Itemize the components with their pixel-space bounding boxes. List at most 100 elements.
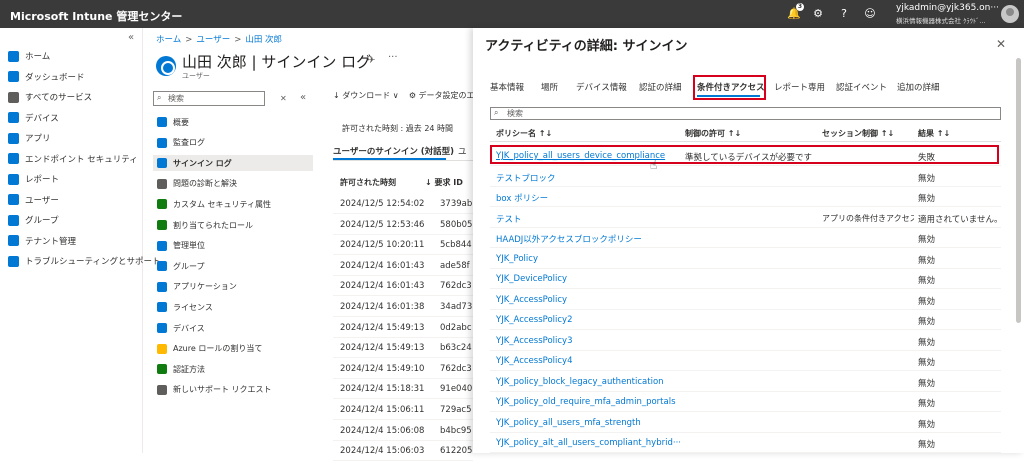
col-header-result[interactable]: 結果 ↑↓ xyxy=(918,128,950,139)
panel-tab[interactable]: 認証イベント xyxy=(836,81,887,93)
more-icon[interactable]: ··· xyxy=(388,52,398,63)
nav-collapse-button[interactable]: « xyxy=(128,32,134,43)
account-name[interactable]: yjkadmin@yjk365.on··· xyxy=(896,3,999,13)
panel-tab[interactable]: 場所 xyxy=(541,81,558,93)
menu-item[interactable]: サインイン ログ xyxy=(153,155,313,172)
col-header-grant[interactable]: 制御の許可 ↑↓ xyxy=(685,128,741,139)
close-icon[interactable]: ✕ xyxy=(996,37,1006,51)
feedback-icon[interactable]: ☺ xyxy=(862,6,878,22)
nav-item[interactable]: エンドポイント セキュリティ xyxy=(8,150,138,168)
col-header-time[interactable]: 許可された時刻 xyxy=(340,177,396,188)
menu-item[interactable]: グループ xyxy=(157,258,205,274)
policy-name-link[interactable]: YJK_policy_all_users_mfa_strength xyxy=(496,418,641,428)
menu-item[interactable]: アプリケーション xyxy=(157,279,237,295)
row-time[interactable]: 2024/12/4 15:06:03 xyxy=(340,446,424,456)
panel-tab[interactable]: レポート専用 xyxy=(774,81,825,93)
panel-tab[interactable]: 基本情報 xyxy=(490,81,524,93)
policy-name-link[interactable]: YJK_policy_old_require_mfa_admin_portals xyxy=(496,397,676,407)
menu-item[interactable]: 新しいサポート リクエスト xyxy=(157,382,272,398)
policy-search-input[interactable]: 検索 xyxy=(490,107,1001,120)
tab-next[interactable]: ユ xyxy=(458,145,467,157)
row-request-id[interactable]: 3739ab xyxy=(440,199,473,209)
nav-item[interactable]: ダッシュボード xyxy=(8,68,85,86)
row-time[interactable]: 2024/12/4 15:06:08 xyxy=(340,426,424,436)
row-request-id[interactable]: 580b05 xyxy=(440,220,473,230)
data-settings-button[interactable]: ⚙ データ設定のエ xyxy=(409,91,475,100)
row-request-id[interactable]: 0d2abc xyxy=(440,323,473,333)
menu-item[interactable]: 監査ログ xyxy=(157,135,205,151)
policy-name-link[interactable]: YJK_DevicePolicy xyxy=(496,274,567,284)
policy-name-link[interactable]: テストブロック xyxy=(496,172,556,184)
row-time[interactable]: 2024/12/4 15:49:13 xyxy=(340,323,424,333)
panel-tab[interactable]: 認証の詳細 xyxy=(639,81,682,93)
row-request-id[interactable]: 612205 xyxy=(440,446,473,456)
row-time[interactable]: 2024/12/4 15:49:13 xyxy=(340,343,424,353)
nav-item[interactable]: トラブルシューティングとサポート xyxy=(8,252,161,270)
row-time[interactable]: 2024/12/4 15:18:31 xyxy=(340,384,424,394)
tab-user-signins[interactable]: ユーザーのサインイン (対話型) xyxy=(333,145,454,157)
policy-name-link[interactable]: YJK_AccessPolicy4 xyxy=(496,356,572,366)
panel-tab[interactable]: デバイス情報 xyxy=(576,81,627,93)
breadcrumb-home[interactable]: ホーム xyxy=(156,35,181,45)
scrollbar[interactable] xyxy=(1016,58,1021,323)
time-range-filter[interactable]: 許可された時刻 : 過去 24 時間 xyxy=(342,123,453,134)
policy-name-link[interactable]: YJK_Policy xyxy=(496,254,538,264)
menu-item[interactable]: ライセンス xyxy=(157,299,213,315)
gear-icon[interactable]: ⚙ xyxy=(810,6,826,22)
help-icon[interactable]: ? xyxy=(836,6,852,22)
policy-name-link[interactable]: YJK_policy_block_legacy_authentication xyxy=(496,377,664,387)
policy-name-link[interactable]: テスト xyxy=(496,213,522,225)
clear-icon[interactable]: ✕ xyxy=(280,94,287,103)
breadcrumb-user[interactable]: 山田 次郎 xyxy=(245,35,282,45)
menu-item[interactable]: 認証方法 xyxy=(157,361,205,377)
row-request-id[interactable]: 729ac5 xyxy=(440,405,473,415)
row-request-id[interactable]: 5cb844 xyxy=(440,240,473,250)
policy-name-link[interactable]: box ポリシー xyxy=(496,192,548,204)
row-time[interactable]: 2024/12/5 12:53:46 xyxy=(340,220,424,230)
menu-item[interactable]: 問題の診断と解決 xyxy=(157,176,237,192)
policy-name-link[interactable]: YJK_AccessPolicy2 xyxy=(496,315,572,325)
nav-item[interactable]: テナント管理 xyxy=(8,232,76,250)
row-request-id[interactable]: 762dc3 xyxy=(440,364,473,374)
row-request-id[interactable]: b4bc95 xyxy=(440,426,473,436)
row-request-id[interactable]: b63c24 xyxy=(440,343,473,353)
nav-item[interactable]: すべてのサービス xyxy=(8,88,92,106)
row-request-id[interactable]: ade58f xyxy=(440,261,473,271)
menu-item[interactable]: デバイス xyxy=(157,320,205,336)
row-request-id[interactable]: 34ad73 xyxy=(440,302,473,312)
menu-search-input[interactable]: 検索 xyxy=(153,91,265,106)
policy-name-link[interactable]: YJK_AccessPolicy xyxy=(496,295,567,305)
policy-name-link[interactable]: YJK_AccessPolicy3 xyxy=(496,336,572,346)
menu-item[interactable]: 管理単位 xyxy=(157,238,205,254)
row-time[interactable]: 2024/12/4 15:49:10 xyxy=(340,364,424,374)
download-button[interactable]: ↓ ダウンロード ∨ xyxy=(333,91,399,100)
col-header-session[interactable]: セッション制御 ↑↓ xyxy=(822,128,894,139)
nav-item[interactable]: レポート xyxy=(8,170,59,188)
row-time[interactable]: 2024/12/5 10:20:11 xyxy=(340,240,424,250)
menu-collapse-button[interactable]: « xyxy=(300,92,306,103)
policy-name-link[interactable]: HAADJ以外アクセスブロックポリシー xyxy=(496,233,642,245)
row-time[interactable]: 2024/12/4 16:01:38 xyxy=(340,302,424,312)
menu-item[interactable]: 概要 xyxy=(157,114,189,130)
nav-item[interactable]: ユーザー xyxy=(8,191,59,209)
nav-item[interactable]: デバイス xyxy=(8,109,59,127)
col-header-policy[interactable]: ポリシー名 ↑↓ xyxy=(496,128,552,139)
row-time[interactable]: 2024/12/5 12:54:02 xyxy=(340,199,424,209)
row-time[interactable]: 2024/12/4 15:06:11 xyxy=(340,405,424,415)
menu-item[interactable]: カスタム セキュリティ属性 xyxy=(157,196,271,212)
nav-item[interactable]: アプリ xyxy=(8,129,51,147)
nav-item[interactable]: ホーム xyxy=(8,47,50,65)
row-request-id[interactable]: 91e040 xyxy=(440,384,473,394)
menu-item[interactable]: 割り当てられたロール xyxy=(157,217,253,233)
row-time[interactable]: 2024/12/4 16:01:43 xyxy=(340,261,424,271)
col-header-request-id[interactable]: ↓ 要求 ID xyxy=(425,177,463,188)
app-title[interactable]: Microsoft Intune 管理センター xyxy=(10,8,182,24)
avatar[interactable] xyxy=(1001,5,1019,23)
policy-name-link[interactable]: YJK_policy_alt_all_users_compliant_hybri… xyxy=(496,438,681,448)
nav-item[interactable]: グループ xyxy=(8,211,59,229)
row-request-id[interactable]: 762dc3 xyxy=(440,281,473,291)
menu-item[interactable]: Azure ロールの割り当て xyxy=(157,341,262,357)
row-time[interactable]: 2024/12/4 16:01:43 xyxy=(340,281,424,291)
breadcrumb-users[interactable]: ユーザー xyxy=(196,35,230,45)
panel-tab[interactable]: 追加の詳細 xyxy=(897,81,940,93)
